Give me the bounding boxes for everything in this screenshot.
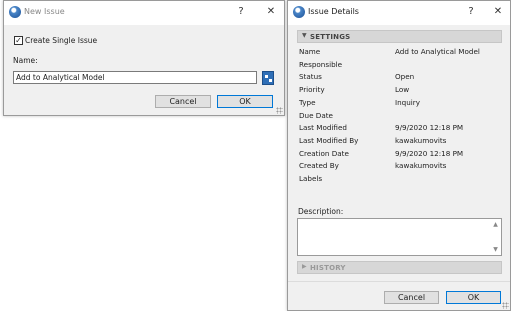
field-value[interactable]: Add to Analytical Model bbox=[395, 47, 480, 56]
field-value[interactable]: Low bbox=[395, 85, 409, 94]
issue-details-titlebar: Issue Details ? ✕ bbox=[288, 1, 510, 25]
app-icon bbox=[293, 6, 305, 18]
field-row: Last Modified By kawakumovits bbox=[288, 136, 510, 148]
field-row: Responsible bbox=[288, 60, 510, 72]
history-header-label: HISTORY bbox=[310, 264, 346, 272]
create-single-issue-checkbox[interactable]: ✓ bbox=[14, 36, 23, 45]
field-value: kawakumovits bbox=[395, 161, 447, 171]
field-label: Name bbox=[299, 47, 321, 56]
field-row: Status Open bbox=[288, 72, 510, 84]
close-button[interactable]: ✕ bbox=[262, 3, 280, 21]
scroll-down-icon[interactable]: ▼ bbox=[492, 246, 499, 253]
issue-details-title: Issue Details bbox=[308, 7, 359, 16]
field-value: kawakumovits bbox=[395, 135, 447, 145]
settings-header-label: SETTINGS bbox=[310, 33, 351, 41]
name-field[interactable]: Add to Analytical Model bbox=[13, 71, 257, 84]
new-issue-titlebar: New Issue ? ✕ bbox=[4, 1, 284, 25]
app-icon bbox=[9, 6, 21, 18]
issue-details-dialog: Issue Details ? ✕ ▼ SETTINGS Name Add to … bbox=[287, 0, 511, 311]
field-row: Last Modified 9/9/2020 12:18 PM bbox=[288, 123, 510, 135]
expand-triangle-icon: ▼ bbox=[302, 32, 307, 39]
issue-details-ok-button[interactable]: OK bbox=[446, 291, 501, 304]
description-label: Description: bbox=[298, 207, 344, 216]
close-button[interactable]: ✕ bbox=[489, 3, 507, 21]
create-single-issue-label: Create Single Issue bbox=[25, 36, 98, 45]
field-label: Priority bbox=[299, 85, 325, 95]
scroll-up-icon[interactable]: ▲ bbox=[492, 221, 499, 228]
field-label: Last Modified bbox=[299, 123, 347, 133]
pick-icon bbox=[265, 75, 268, 78]
resize-grip[interactable] bbox=[276, 107, 283, 114]
field-row: Creation Date 9/9/2020 12:18 PM bbox=[288, 149, 510, 161]
field-label: Labels bbox=[299, 174, 323, 183]
settings-section-header[interactable]: ▼ SETTINGS bbox=[297, 30, 502, 43]
field-label: Due Date bbox=[299, 110, 333, 120]
description-textarea[interactable]: ▲ ▼ bbox=[297, 218, 502, 256]
field-label: Responsible bbox=[299, 59, 343, 69]
expand-triangle-icon: ▶ bbox=[302, 263, 307, 270]
field-row: Type Inquiry bbox=[288, 98, 510, 110]
history-section-header[interactable]: ▶ HISTORY bbox=[297, 261, 502, 274]
settings-fields: Name Add to Analytical Model Responsible … bbox=[288, 47, 510, 187]
issue-details-cancel-button[interactable]: Cancel bbox=[384, 291, 439, 304]
field-row: Due Date bbox=[288, 111, 510, 123]
new-issue-cancel-button[interactable]: Cancel bbox=[155, 95, 211, 108]
field-label: Type bbox=[299, 97, 316, 107]
field-value[interactable]: Inquiry bbox=[395, 98, 420, 107]
new-issue-title: New Issue bbox=[24, 7, 65, 16]
pick-element-button[interactable] bbox=[262, 71, 274, 85]
field-label: Last Modified By bbox=[299, 135, 359, 145]
new-issue-ok-button[interactable]: OK bbox=[217, 95, 273, 108]
field-label: Created By bbox=[299, 161, 339, 171]
field-value: 9/9/2020 12:18 PM bbox=[395, 123, 464, 133]
field-row: Priority Low bbox=[288, 85, 510, 97]
field-value: 9/9/2020 12:18 PM bbox=[395, 148, 464, 158]
field-label: Creation Date bbox=[299, 148, 349, 158]
field-row: Created By kawakumovits bbox=[288, 161, 510, 173]
field-value[interactable]: Open bbox=[395, 72, 414, 81]
footer-divider bbox=[288, 281, 510, 282]
field-label: Status bbox=[299, 72, 322, 82]
field-row: Name Add to Analytical Model bbox=[288, 47, 510, 59]
pick-icon-part bbox=[269, 79, 272, 82]
help-button[interactable]: ? bbox=[462, 3, 480, 21]
new-issue-dialog: New Issue ? ✕ ✓ Create Single Issue Name… bbox=[3, 0, 285, 116]
field-row: Labels bbox=[288, 174, 510, 186]
help-button[interactable]: ? bbox=[232, 3, 250, 21]
name-label: Name: bbox=[13, 56, 38, 65]
resize-grip[interactable] bbox=[502, 302, 509, 309]
